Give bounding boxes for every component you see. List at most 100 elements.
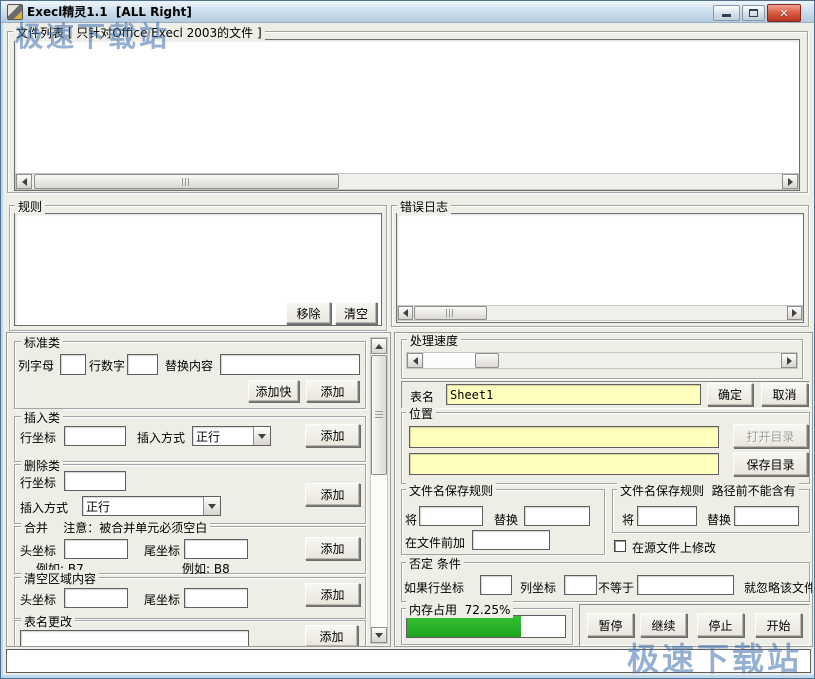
negative-group-label: 否定 条件 [406,555,464,572]
modify-source-checkbox[interactable] [614,540,626,552]
fn-left-from-input[interactable] [419,506,483,526]
fn-right-to-label: 替换 [707,511,731,528]
file-list-group-label: 文件列表 [ 只针对Office Execl 2003的文件 ] [13,24,265,41]
fn-right-label: 文件名保存规则 [620,484,704,498]
memory-percent: 72.25% [465,603,511,617]
maximize-button[interactable] [742,5,765,21]
delete-add-button[interactable]: 添加 [305,483,360,506]
start-button[interactable]: 开始 [755,613,802,637]
merge-tail-example: 例如: B8 [182,560,230,577]
filename-rule-right-label: 文件名保存规则 路径前不能含有 [617,482,799,499]
insert-mode-label: 插入方式 [137,429,185,446]
replace-content-input[interactable] [220,354,360,375]
scroll-right-button[interactable] [782,174,798,189]
fn-right-from-label: 将 [622,511,634,528]
close-button[interactable]: ✕ [767,4,801,22]
clear-tail-coord-input[interactable] [184,588,248,608]
scroll-grip-icon [182,178,191,186]
resume-button[interactable]: 继续 [640,613,687,637]
speed-track-page[interactable] [424,353,475,368]
minimize-button[interactable] [713,5,740,21]
clear-head-coord-input[interactable] [64,588,128,608]
merge-head-coord-input[interactable] [64,539,128,559]
chevron-down-icon [258,434,266,439]
fn-prefix-input[interactable] [472,530,550,550]
col-letter-input[interactable] [60,354,86,375]
rename-input[interactable] [20,630,249,647]
rename-add-button[interactable]: 添加 [305,625,358,647]
sheet-name-input[interactable] [446,384,701,405]
scroll-down-button[interactable] [371,627,387,643]
speed-group-label: 处理速度 [407,332,461,349]
speed-scrollbar[interactable] [406,352,798,369]
fn-left-to-input[interactable] [524,506,590,526]
cancel-button[interactable]: 取消 [761,383,808,406]
dropdown-button[interactable] [203,497,220,515]
fn-left-from-label: 将 [405,511,417,528]
pause-button[interactable]: 暂停 [587,613,634,637]
merge-add-button[interactable]: 添加 [305,537,360,560]
memory-progress [406,615,566,638]
scroll-down-icon [375,633,383,638]
scroll-left-button[interactable] [407,353,423,368]
stop-button[interactable]: 停止 [697,613,744,637]
merge-note: 注意：被合并单元必须空白 [63,521,207,535]
insert-row-coord-input[interactable] [64,426,126,446]
replace-content-label: 替换内容 [165,357,213,374]
ok-button[interactable]: 确定 [707,383,753,406]
right-panel: 处理速度 表名 确定 取消 位置 打开目录 保存目录 文件名保存规则 将 替换 … [394,332,813,647]
save-dir-button[interactable]: 保存目录 [733,452,808,476]
speed-scroll-thumb[interactable] [475,353,499,368]
location-group-label: 位置 [406,405,436,422]
neg-row-input[interactable] [480,575,512,595]
standard-group-label: 标准类 [21,334,63,351]
scroll-right-button[interactable] [781,353,797,368]
insert-mode-select[interactable]: 正行 [192,426,271,446]
fn-right-note: 路径前不能含有 [712,484,796,498]
dropdown-button[interactable] [253,427,270,445]
rename-group-label: 表名更改 [21,613,75,630]
delete-insert-mode-select[interactable]: 正行 [82,496,221,516]
delete-insert-mode-label: 插入方式 [20,499,68,516]
delete-row-coord-input[interactable] [64,471,126,491]
standard-add-button[interactable]: 添加 [306,380,359,402]
file-list-scroll-thumb[interactable] [34,174,339,189]
file-list-hscrollbar[interactable] [15,173,799,190]
neg-col-label: 列坐标 [520,579,556,596]
clear-region-group-label: 清空区域内容 [21,570,99,587]
title-bar: Execl精灵1.1 [ALL Right] [1,1,814,23]
add-fast-button[interactable]: 添加快 [248,380,299,402]
memory-progress-fill [407,616,521,637]
neg-col-input[interactable] [564,575,597,595]
fn-right-from-input[interactable] [637,506,697,526]
error-log-scroll-thumb[interactable] [414,306,487,320]
clear-button[interactable]: 清空 [335,302,377,324]
row-number-input[interactable] [127,354,158,375]
scroll-left-icon [413,357,418,365]
remove-button[interactable]: 移除 [286,302,331,324]
scroll-right-icon [792,309,797,317]
merge-tail-coord-label: 尾坐标 [144,542,180,559]
clear-region-add-button[interactable]: 添加 [305,583,360,606]
open-dir-button[interactable]: 打开目录 [733,424,808,448]
left-panel-scroll-thumb[interactable] [371,355,387,475]
sheet-name-label: 表名 [410,388,434,405]
scroll-left-button[interactable] [16,174,32,189]
chevron-down-icon [208,504,216,509]
neg-value-input[interactable] [637,575,734,595]
error-log-hscrollbar[interactable] [397,305,803,321]
file-listbox[interactable] [14,39,800,191]
neg-not-equal-label: 不等于 [598,579,634,596]
merge-label: 合并 [24,521,48,535]
scroll-up-button[interactable] [371,338,387,354]
location-input-2[interactable] [409,453,719,475]
fn-left-to-label: 替换 [494,511,518,528]
fn-prefix-label: 在文件前加 [405,534,465,551]
fn-right-to-input[interactable] [734,506,799,526]
merge-tail-coord-input[interactable] [184,539,248,559]
left-panel-vscrollbar[interactable] [370,337,388,644]
insert-add-button[interactable]: 添加 [305,424,360,447]
location-input-1[interactable] [409,426,719,448]
scroll-right-button[interactable] [787,306,802,320]
scroll-left-button[interactable] [398,306,413,320]
